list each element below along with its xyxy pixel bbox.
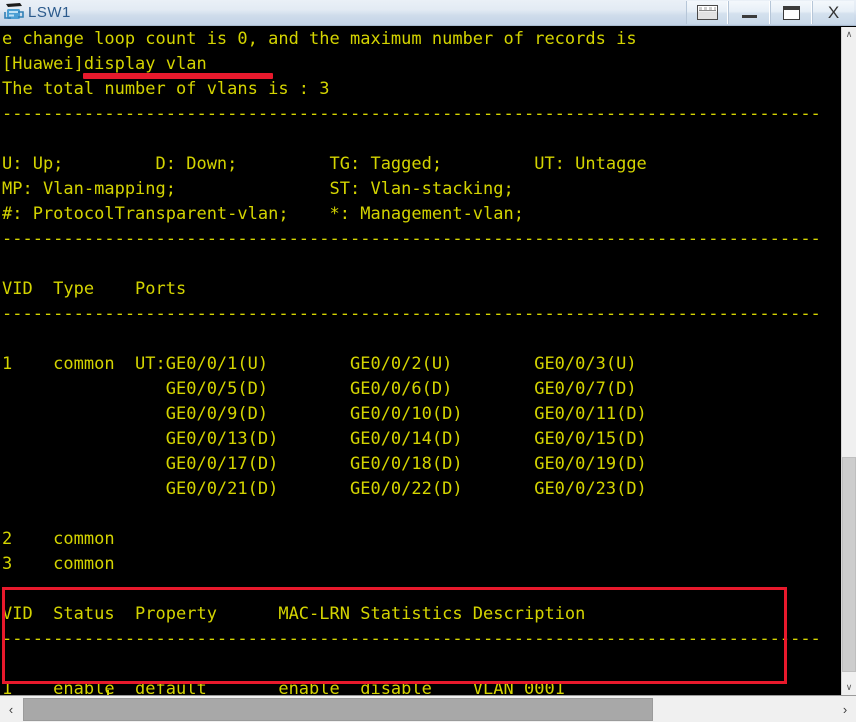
window-controls: X [686,1,856,25]
terminal-output[interactable]: e change loop count is 0, and the maximu… [0,27,841,695]
maximize-button[interactable] [770,1,812,24]
scroll-down-icon[interactable]: ∨ [842,680,856,695]
terminal-separator: ----------------------------------------… [2,304,821,324]
terminal-row-vlan1-ports: GE0/0/5(D) GE0/0/6(D) GE0/0/7(D) [2,379,637,399]
terminal-row-vlan1-ports: GE0/0/9(D) GE0/0/10(D) GE0/0/11(D) [2,404,647,424]
scroll-up-icon[interactable]: ∧ [842,27,856,42]
minimize-button[interactable] [728,1,770,24]
terminal-line: The total number of vlans is : 3 [2,79,330,99]
red-underline-display-vlan [83,73,273,79]
terminal-separator: ----------------------------------------… [2,229,821,249]
terminal-line-legend: #: ProtocolTransparent-vlan; *: Manageme… [2,204,524,224]
terminal-row-vlan2: 2 common [2,529,115,549]
close-button[interactable]: X [812,1,854,24]
terminal-table-header-status: VID Status Property MAC-LRN Statistics D… [2,604,586,624]
vertical-scrollbar[interactable]: ∧ ∨ [841,27,856,695]
terminal-separator: ----------------------------------------… [2,104,821,124]
terminal-row-status-vlan1: 1 enable default enable disable VLAN 000… [2,679,565,695]
terminal-separator: ----------------------------------------… [2,629,821,649]
terminal-row-vlan1-ports: 1 common UT:GE0/0/1(U) GE0/0/2(U) GE0/0/… [2,354,637,374]
scroll-right-icon[interactable]: › [834,697,856,722]
terminal-window: LSW1 X e change loop count is 0, and the… [0,0,856,722]
switch-icon [3,1,25,23]
horizontal-scrollbar-thumb[interactable] [23,698,653,721]
terminal-line-legend: U: Up; D: Down; TG: Tagged; UT: Untagge [2,154,647,174]
terminal-row-vlan1-ports: GE0/0/21(D) GE0/0/22(D) GE0/0/23(D) [2,479,647,499]
restore-button[interactable] [686,1,728,24]
terminal-line-legend: MP: Vlan-mapping; ST: Vlan-stacking; [2,179,514,199]
maximize-icon [782,5,800,20]
restore-icon [696,5,718,20]
window-titlebar: LSW1 X [0,0,856,26]
horizontal-scrollbar[interactable]: ‹ › [0,695,856,722]
close-icon: X [827,3,840,22]
terminal-row-vlan1-ports: GE0/0/13(D) GE0/0/14(D) GE0/0/15(D) [2,429,647,449]
scroll-left-icon[interactable]: ‹ [0,697,22,722]
vertical-scrollbar-thumb[interactable] [842,457,856,672]
terminal-row-vlan3: 3 common [2,554,115,574]
terminal-line: e change loop count is 0, and the maximu… [2,29,647,49]
window-title: LSW1 [28,4,71,21]
terminal-table-header-ports: VID Type Ports [2,279,187,299]
minimize-icon [741,15,757,18]
terminal-row-vlan1-ports: GE0/0/17(D) GE0/0/18(D) GE0/0/19(D) [2,454,647,474]
